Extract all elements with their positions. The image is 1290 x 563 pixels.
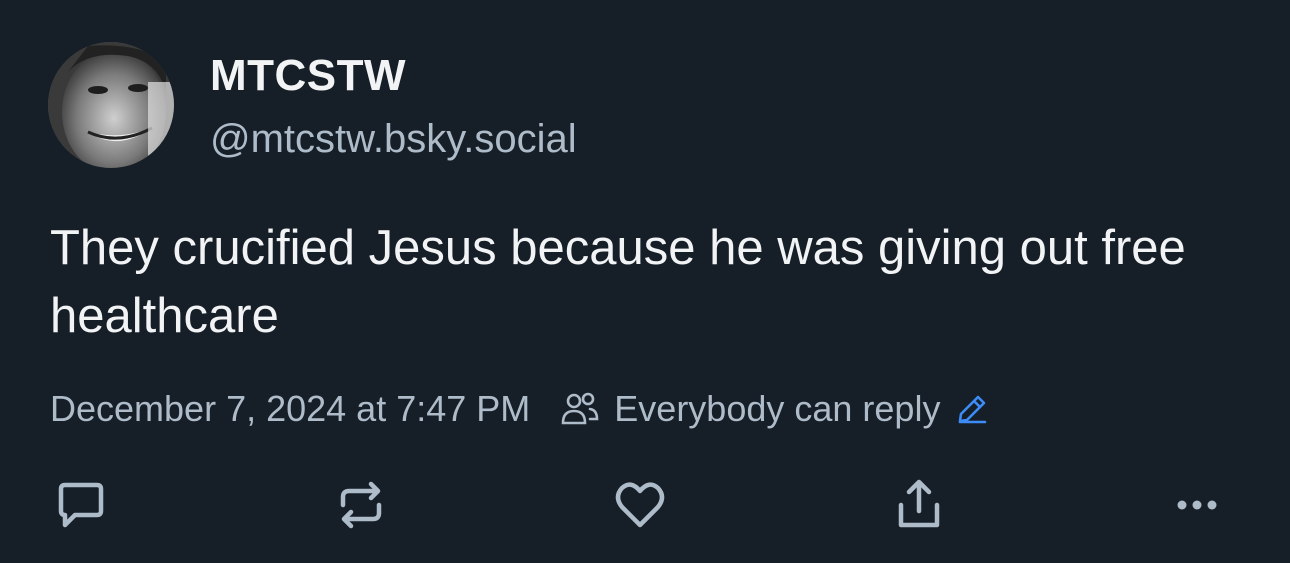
pencil-icon[interactable] (954, 391, 990, 427)
like-button[interactable] (605, 470, 675, 540)
avatar[interactable] (48, 42, 174, 168)
share-icon (898, 479, 940, 528)
repost-button[interactable] (326, 470, 396, 540)
post-text: They crucified Jesus because he was givi… (50, 221, 1186, 343)
post-timestamp[interactable]: December 7, 2024 at 7:47 PM (50, 388, 530, 430)
more-options-button[interactable] (1162, 470, 1232, 540)
more-icon (1177, 500, 1217, 510)
share-button[interactable] (884, 470, 954, 540)
reply-button[interactable] (46, 470, 116, 540)
repost-icon (340, 481, 382, 529)
author-display-name[interactable]: MTCSTW (210, 50, 406, 102)
like-icon (615, 482, 665, 528)
people-icon (560, 389, 600, 429)
reply-setting-label[interactable]: Everybody can reply (614, 388, 940, 430)
post-card: MTCSTW @mtcstw.bsky.social They crucifie… (0, 0, 1290, 563)
action-bar (0, 470, 1290, 540)
post-meta: December 7, 2024 at 7:47 PM Everybody ca… (50, 384, 990, 434)
avatar-image (48, 42, 174, 168)
reply-icon (58, 482, 104, 528)
author-handle[interactable]: @mtcstw.bsky.social (210, 114, 577, 164)
